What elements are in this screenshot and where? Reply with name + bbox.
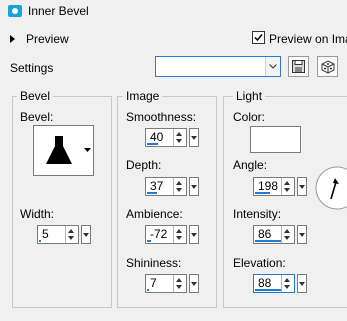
image-group-title: Image	[123, 89, 163, 103]
depth-spinbox[interactable]: 37	[145, 177, 187, 196]
angle-value: 198	[258, 179, 279, 193]
smoothness-label: Smoothness:	[126, 110, 197, 124]
intensity-label: Intensity:	[233, 207, 282, 221]
dice-icon	[321, 59, 334, 74]
depth-level-bar	[147, 192, 157, 194]
width-spin-arrows[interactable]	[65, 226, 78, 243]
width-range-menu-button[interactable]	[81, 225, 91, 244]
bevel-label: Bevel:	[20, 110, 54, 124]
randomize-button[interactable]	[317, 56, 338, 77]
angle-level-bar	[255, 192, 270, 194]
depth-value: 37	[150, 179, 164, 193]
smoothness-value: 40	[150, 130, 164, 144]
ambience-spinbox[interactable]: -72	[145, 225, 187, 244]
preview-on-image-label[interactable]: Preview on Ima	[269, 32, 347, 46]
angle-spinbox[interactable]: 198	[253, 177, 295, 196]
intensity-spin-arrows[interactable]	[281, 226, 294, 243]
shininess-level-bar	[147, 289, 149, 291]
smoothness-level-bar	[147, 143, 158, 145]
width-level-bar	[39, 240, 41, 242]
light-group-title: Light	[233, 89, 266, 103]
bevel-group-title: Bevel	[17, 89, 54, 103]
angle-label: Angle:	[233, 158, 268, 172]
color-label: Color:	[233, 110, 266, 124]
checkmark-icon	[254, 34, 263, 42]
settings-label: Settings	[10, 61, 54, 75]
depth-spin-arrows[interactable]	[173, 178, 186, 195]
dialog-title: Inner Bevel	[28, 4, 89, 18]
shininess-value: 7	[150, 276, 157, 290]
chevron-down-icon	[269, 64, 277, 69]
save-preset-button[interactable]	[288, 56, 309, 77]
settings-combo-dropdown-button[interactable]	[265, 57, 280, 76]
app-icon	[8, 5, 22, 17]
angle-dial[interactable]	[315, 166, 347, 210]
ambience-value: -72	[150, 227, 168, 241]
smoothness-range-menu-button[interactable]	[189, 128, 199, 147]
ambience-range-menu-button[interactable]	[189, 225, 199, 244]
expand-preview-icon[interactable]	[10, 35, 15, 43]
elevation-spinbox[interactable]: 88	[253, 274, 295, 293]
shininess-range-menu-button[interactable]	[189, 274, 199, 293]
elevation-value: 88	[258, 276, 272, 290]
light-color-swatch[interactable]	[250, 126, 301, 153]
ambience-spin-arrows[interactable]	[173, 226, 186, 243]
elevation-range-menu-button[interactable]	[297, 274, 307, 293]
shininess-spinbox[interactable]: 7	[145, 274, 187, 293]
preview-toggle-label[interactable]: Preview	[26, 32, 69, 46]
smoothness-spin-arrows[interactable]	[173, 129, 186, 146]
width-label: Width:	[20, 207, 55, 221]
elevation-spin-arrows[interactable]	[281, 275, 294, 292]
ambience-level-bar	[147, 240, 151, 242]
settings-preset-combo[interactable]	[155, 56, 281, 77]
intensity-value: 86	[258, 227, 272, 241]
angle-range-menu-button[interactable]	[297, 177, 307, 196]
angle-spin-arrows[interactable]	[281, 178, 294, 195]
preview-on-image-checkbox[interactable]	[252, 31, 265, 44]
smoothness-spinbox[interactable]: 40	[145, 128, 187, 147]
intensity-range-menu-button[interactable]	[297, 225, 307, 244]
intensity-spinbox[interactable]: 86	[253, 225, 295, 244]
bevel-shape-picker[interactable]	[33, 125, 94, 176]
ambience-label: Ambience:	[126, 207, 183, 221]
bevel-shape-icon	[46, 136, 72, 164]
depth-label: Depth:	[126, 158, 162, 172]
shininess-spin-arrows[interactable]	[173, 275, 186, 292]
elevation-label: Elevation:	[233, 256, 286, 270]
shininess-label: Shininess:	[126, 256, 182, 270]
dropdown-arrow-icon	[84, 148, 91, 152]
save-icon	[292, 60, 305, 73]
width-spinbox[interactable]: 5	[37, 225, 79, 244]
depth-range-menu-button[interactable]	[189, 177, 199, 196]
width-value: 5	[42, 227, 49, 241]
